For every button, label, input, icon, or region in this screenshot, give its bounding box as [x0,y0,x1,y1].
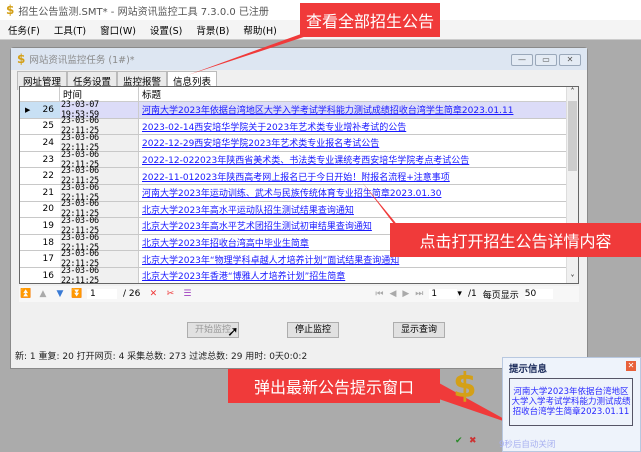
popup-message[interactable]: 河南大学2023年依据台湾地区大学入学考试学科能力测试成绩招收台湾学生简章202… [509,378,633,426]
annotation-popup: 弹出最新公告提示窗口 [228,369,440,403]
notification-popup: $ 提示信息 ✕ 河南大学2023年依据台湾地区大学入学考试学科能力测试成绩招收… [453,357,641,452]
confirm-icon[interactable]: ✔ [455,436,463,446]
annotation-view-all: 查看全部招生公告 [300,3,440,37]
popup-close-icon[interactable]: ✕ [626,361,636,371]
annotation-open-detail: 点击打开招生公告详情内容 [390,223,641,257]
dollar-keys-icon: $ [453,366,477,406]
popup-title: 提示信息 [509,364,548,375]
auto-close-countdown: 9秒后自动关闭 [499,440,556,450]
cancel-icon[interactable]: ✖ [469,436,477,446]
